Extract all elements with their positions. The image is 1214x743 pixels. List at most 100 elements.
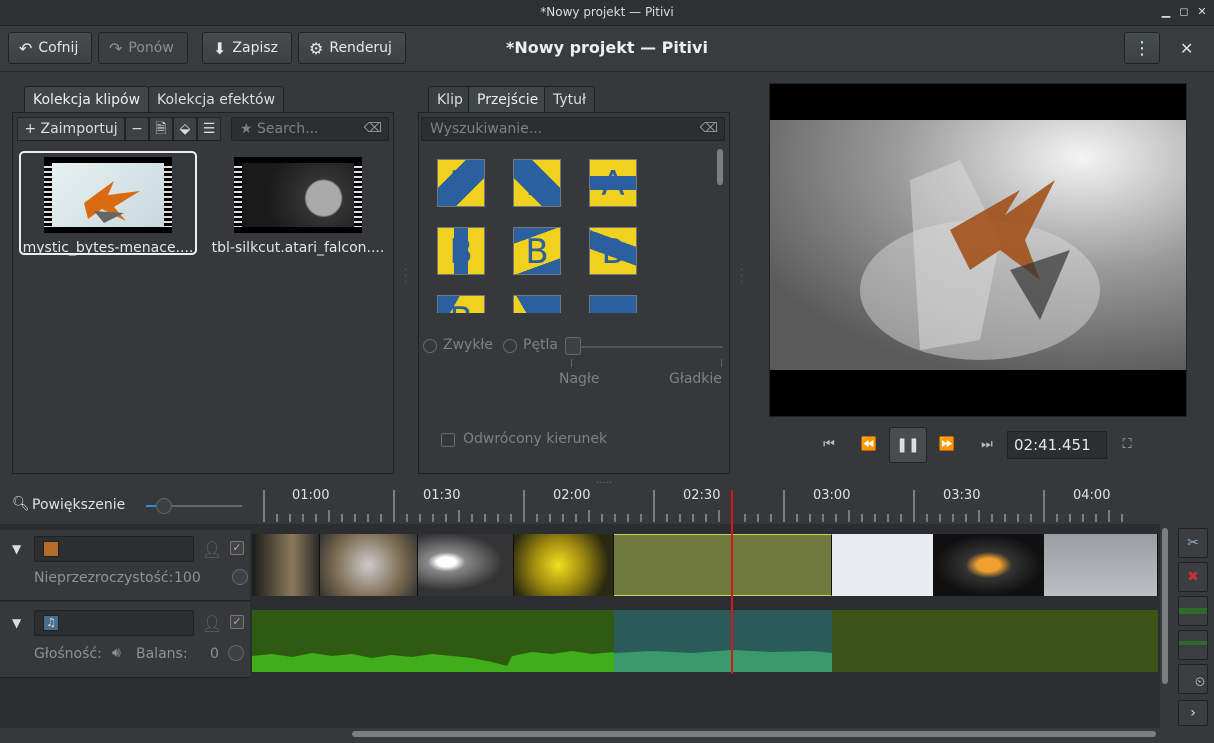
ungroup-clips-button[interactable]	[1178, 630, 1208, 660]
tab-clip-library[interactable]: Kolekcja klipów	[24, 86, 150, 112]
rewind-icon[interactable]: ⏪	[854, 428, 884, 462]
video-clip-segment[interactable]	[832, 534, 934, 596]
insert-clip-button[interactable]: ⬙	[173, 117, 197, 141]
detach-viewer-icon[interactable]: ⛶	[1112, 428, 1142, 462]
pitivi-window: *Nowy projekt — Pitivi ▁ ◻ ✕ ↶ Cofnij ↷ …	[0, 0, 1214, 743]
opacity-slider-handle[interactable]	[232, 569, 248, 585]
transition-thumb[interactable]: B	[513, 295, 561, 313]
library-search-input[interactable]: ★ Search... ⌫	[231, 117, 389, 141]
go-to-start-icon[interactable]: ⏮	[814, 428, 844, 462]
save-icon: ⬇	[213, 38, 227, 58]
invert-checkbox[interactable]	[441, 433, 455, 447]
video-track	[252, 534, 1158, 596]
forward-icon[interactable]: ⏩	[932, 428, 962, 462]
video-layer-name-input[interactable]	[34, 536, 194, 562]
zoom-slider-handle[interactable]	[156, 498, 172, 514]
list-view-button[interactable]: ☰	[197, 117, 221, 141]
clear-search-icon[interactable]: ⌫	[364, 118, 382, 140]
timeline-horizontal-scrollbar[interactable]	[352, 731, 1156, 737]
show-more-tools-button[interactable]: ›	[1178, 700, 1208, 726]
transition-thumb[interactable]: B	[513, 227, 561, 275]
pane-grip[interactable]: · · ·	[404, 266, 407, 288]
transition-thumb[interactable]: A	[589, 159, 637, 207]
balance-slider-handle[interactable]	[228, 645, 244, 661]
video-clip-segment[interactable]	[1044, 534, 1158, 596]
border-slider-track[interactable]	[569, 346, 723, 348]
video-clip-segment[interactable]	[252, 534, 320, 596]
video-clip-segment[interactable]	[934, 534, 1044, 596]
clip-item[interactable]: tbl-silkcut.atari_falcon....	[209, 151, 387, 256]
transition-thumb[interactable]: B	[437, 295, 485, 313]
delete-clip-button[interactable]: ✖	[1178, 562, 1208, 592]
transition-thumb[interactable]: B	[513, 159, 561, 207]
transition-search-input[interactable]: Wyszukiwanie... ⌫	[421, 117, 725, 141]
transition-thumb[interactable]: B	[589, 295, 637, 313]
delete-icon: ✖	[1187, 569, 1199, 585]
zoom-label: Powiększenie	[32, 497, 126, 513]
film-icon	[43, 541, 59, 557]
clear-search-icon[interactable]: ⌫	[700, 118, 718, 140]
minimize-icon[interactable]: ▁	[1158, 4, 1174, 20]
render-button[interactable]: ⚙ Renderuj	[298, 32, 406, 64]
align-clips-button[interactable]: ⏲	[1178, 664, 1208, 694]
tab-effect-library[interactable]: Kolekcja efektów	[148, 86, 285, 112]
play-pause-button[interactable]: ❚❚	[889, 427, 927, 463]
split-clip-button[interactable]: ✂	[1178, 528, 1208, 558]
pane-grip[interactable]: ·····	[596, 478, 612, 489]
tab-clip[interactable]: Klip	[428, 86, 472, 112]
group-clips-button[interactable]	[1178, 596, 1208, 626]
solo-icon[interactable]: 👤︎	[202, 540, 222, 559]
video-clip-segment[interactable]	[320, 534, 418, 596]
redo-icon: ↷	[109, 38, 123, 58]
redo-button[interactable]: ↷ Ponów	[98, 32, 188, 64]
transition-thumb[interactable]: B	[589, 227, 637, 275]
undo-button[interactable]: ↶ Cofnij	[8, 32, 92, 64]
collapse-icon[interactable]: ▼	[12, 616, 21, 630]
transition-thumb[interactable]: B	[437, 159, 485, 207]
speaker-icon: 🔊︎	[112, 645, 121, 661]
timecode-input[interactable]: 02:41.451	[1007, 431, 1107, 459]
pane-grip[interactable]: · · ·	[740, 266, 743, 288]
audio-track	[252, 610, 1158, 672]
close-icon[interactable]: ✕	[1194, 4, 1210, 20]
playhead[interactable]	[731, 490, 733, 674]
tab-title[interactable]: Tytuł	[544, 86, 595, 112]
collapse-icon[interactable]: ▼	[12, 542, 21, 556]
solo-icon[interactable]: 👤︎	[202, 614, 222, 633]
close-project-icon[interactable]: ✕	[1180, 39, 1193, 58]
remove-clip-button[interactable]: −	[125, 117, 149, 141]
audio-layer-header: ▼ ♫ 👤︎ ✓ Głośność: 🔊︎ Balans: 0	[0, 602, 250, 678]
tab-transition[interactable]: Przejście	[468, 86, 548, 112]
ruler-label: 01:30	[423, 488, 461, 503]
selected-video-clip[interactable]	[614, 534, 832, 596]
invert-label: Odwrócony kierunek	[463, 431, 608, 447]
ruler-label: 02:00	[553, 488, 591, 503]
video-viewer[interactable]	[769, 83, 1187, 417]
transition-mode-row: Zwykłe Pętla	[423, 337, 723, 357]
window-title: *Nowy projekt — Pitivi	[540, 5, 674, 19]
import-button[interactable]: + Zaimportuj	[17, 117, 125, 141]
audio-layer-name-input[interactable]: ♫	[34, 610, 194, 636]
clip-thumbnail	[44, 157, 172, 233]
clip-item[interactable]: mystic_bytes-menace....	[19, 151, 197, 256]
video-clip-segment[interactable]	[418, 534, 514, 596]
ruler-label: 01:00	[292, 488, 330, 503]
clip-properties-button[interactable]: 🗎	[149, 117, 173, 141]
transition-scrollbar[interactable]	[717, 149, 723, 185]
audio-layer-active-checkbox[interactable]: ✓	[230, 615, 244, 629]
header-bar: ↶ Cofnij ↷ Ponów ⬇ Zapisz ⚙ Renderuj *No…	[0, 26, 1214, 72]
video-layer-visible-checkbox[interactable]: ✓	[230, 541, 244, 555]
border-slider-handle[interactable]	[565, 337, 581, 355]
volume-label: Głośność:	[34, 646, 102, 662]
save-button[interactable]: ⬇ Zapisz	[202, 32, 292, 64]
timeline-ruler[interactable]: 01:00 01:30 02:00 02:30 03:00 03:30 04:0…	[252, 488, 1158, 524]
timeline-vertical-scrollbar[interactable]	[1162, 528, 1168, 684]
maximize-icon[interactable]: ◻	[1176, 4, 1192, 20]
normal-radio[interactable]	[423, 339, 437, 353]
go-to-end-icon[interactable]: ⏭	[972, 428, 1002, 462]
loop-radio[interactable]	[503, 339, 517, 353]
transition-thumb[interactable]: B	[437, 227, 485, 275]
menu-button[interactable]: ⋮	[1124, 32, 1160, 64]
video-clip-segment[interactable]	[514, 534, 614, 596]
clock-icon: ⏲	[1194, 675, 1205, 690]
